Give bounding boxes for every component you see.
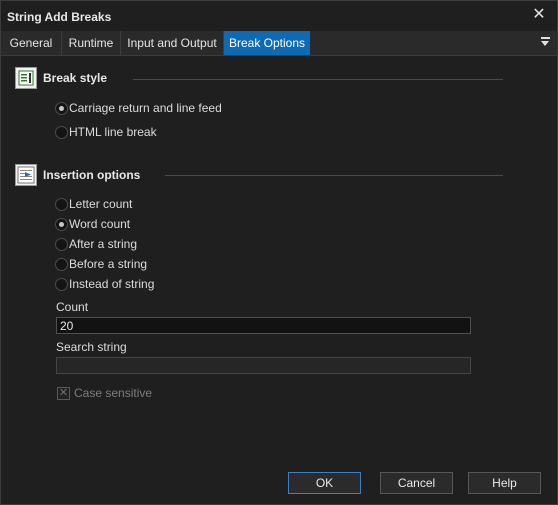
insert-arrow-icon [15, 164, 37, 186]
radio-after-string-indicator[interactable] [55, 238, 68, 251]
insertion-options-divider [165, 175, 503, 176]
tab-bar: General Runtime Input and Output Break O… [1, 31, 557, 56]
search-string-input[interactable] [56, 357, 471, 374]
radio-before-string-label: Before a string [69, 257, 148, 271]
window-title: String Add Breaks [7, 10, 112, 24]
cancel-button[interactable]: Cancel [380, 472, 453, 494]
radio-instead-of-string-indicator[interactable] [55, 278, 68, 291]
radio-after-string-label: After a string [69, 237, 138, 251]
title-bar: String Add Breaks ✕ [1, 1, 557, 31]
help-button[interactable]: Help [468, 472, 541, 494]
document-lines-icon [15, 67, 37, 89]
radio-html-break-label: HTML line break [69, 125, 157, 139]
search-string-label: Search string [56, 340, 127, 354]
tab-input-and-output[interactable]: Input and Output [121, 31, 224, 55]
ok-button[interactable]: OK [288, 472, 361, 494]
count-input[interactable] [56, 317, 471, 334]
close-button[interactable]: ✕ [531, 6, 547, 24]
tab-general[interactable]: General [1, 31, 62, 55]
radio-crlf-label: Carriage return and line feed [69, 101, 222, 115]
case-sensitive-label: Case sensitive [74, 386, 153, 400]
break-style-divider [133, 79, 503, 80]
break-style-title: Break style [43, 71, 108, 85]
radio-letter-count-indicator[interactable] [55, 198, 68, 211]
radio-crlf-indicator[interactable] [55, 102, 68, 115]
close-icon: ✕ [532, 6, 546, 23]
radio-word-count-indicator[interactable] [55, 218, 68, 231]
radio-html-break-indicator[interactable] [55, 126, 68, 139]
tab-break-options[interactable]: Break Options [224, 31, 310, 55]
radio-before-string-indicator[interactable] [55, 258, 68, 271]
radio-letter-count-label: Letter count [69, 197, 133, 211]
case-sensitive-check-icon[interactable]: ✕ [57, 387, 70, 400]
insertion-options-title: Insertion options [43, 168, 141, 182]
tab-menu-icon[interactable] [539, 35, 553, 49]
count-label: Count [56, 300, 89, 314]
radio-word-count-label: Word count [69, 217, 131, 231]
tab-runtime[interactable]: Runtime [62, 31, 121, 55]
radio-instead-of-string-label: Instead of string [69, 277, 155, 291]
dialog-window: String Add Breaks ✕ General Runtime Inpu… [0, 0, 558, 505]
